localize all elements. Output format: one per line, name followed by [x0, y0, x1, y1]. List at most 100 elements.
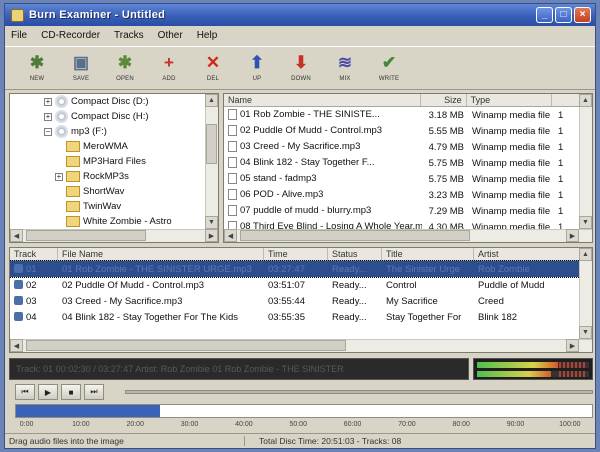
folder-icon [66, 141, 80, 152]
tree-vertical-scrollbar[interactable]: ▲ ▼ [205, 94, 218, 229]
window-title: Burn Examiner - Untitled [29, 9, 166, 21]
toolbar: ✱ NEW ▣ SAVE ✱ OPEN + ADD ✕ DEL ⬆ UP ⬇ DOWN ≋ MI… [5, 46, 595, 90]
scroll-right-icon[interactable]: ▶ [566, 339, 579, 352]
down-button[interactable]: ⬇ DOWN [281, 47, 321, 89]
scroll-thumb[interactable] [26, 230, 146, 241]
column-type[interactable]: Type [467, 94, 553, 106]
folder-tree[interactable]: + Compact Disc (D:) + Compact Disc (H:) − m… [9, 93, 219, 243]
next-icon: ⏭ [90, 387, 98, 396]
column-name[interactable]: Name [224, 94, 421, 106]
file-icon [228, 109, 237, 121]
column-title[interactable]: Title [382, 248, 474, 260]
file-icon [228, 157, 237, 169]
scroll-thumb[interactable] [26, 340, 346, 351]
tracks-vertical-scrollbar[interactable]: ▲ ▼ [579, 248, 592, 339]
status-bar: Drag audio files into the image Total Di… [5, 433, 595, 448]
add-icon: + [164, 52, 174, 72]
minimize-button[interactable]: _ [536, 7, 553, 23]
tree-item[interactable]: + Compact Disc (H:) [10, 109, 218, 124]
tree-item[interactable]: ShortWav [10, 184, 218, 199]
seek-slider[interactable] [125, 390, 593, 394]
mix-icon: ≋ [337, 52, 353, 72]
menu-tracks[interactable]: Tracks [114, 30, 144, 41]
scroll-up-icon[interactable]: ▲ [205, 94, 218, 107]
transport-controls: ⏮ ▶ ■ ⏭ [15, 384, 104, 400]
tree-item[interactable]: + RockMP3s [10, 169, 218, 184]
menu-cd-recorder[interactable]: CD-Recorder [41, 30, 100, 41]
column-track[interactable]: Track [10, 248, 58, 260]
scroll-right-icon[interactable]: ▶ [566, 229, 579, 242]
play-button[interactable]: ▶ [38, 384, 58, 400]
track-row[interactable]: 03 03 Creed - My Sacrifice.mp3 03:55:44 Rea… [10, 293, 592, 309]
menu-other[interactable]: Other [158, 30, 183, 41]
tree-item[interactable]: White Zombie - Astro [10, 214, 218, 229]
collapse-icon[interactable]: − [44, 127, 52, 136]
track-row[interactable]: 04 04 Blink 182 - Stay Together For The K… [10, 309, 592, 325]
scroll-down-icon[interactable]: ▼ [579, 326, 592, 339]
file-row[interactable]: 02 Puddle Of Mudd - Control.mp3 5.55 MB Wi… [224, 123, 592, 139]
next-button[interactable]: ⏭ [84, 384, 104, 400]
scroll-up-icon[interactable]: ▲ [579, 248, 592, 261]
scroll-left-icon[interactable]: ◀ [224, 229, 237, 242]
close-button[interactable]: × [574, 7, 591, 23]
tree-item[interactable]: TwinWav [10, 199, 218, 214]
title-bar[interactable]: Burn Examiner - Untitled _ □ × [5, 4, 595, 26]
column-file-name[interactable]: File Name [58, 248, 264, 260]
file-row[interactable]: 06 POD - Alive.mp3 3.23 MB Winamp media fi… [224, 187, 592, 203]
add-button[interactable]: + ADD [149, 47, 189, 89]
track-row[interactable]: 02 02 Puddle Of Mudd - Control.mp3 03:51:0… [10, 277, 592, 293]
ruler-tick-label: 30:00 [180, 421, 199, 428]
expand-icon[interactable]: + [55, 172, 63, 181]
mix-button[interactable]: ≋ MIX [325, 47, 365, 89]
column-status[interactable]: Status [328, 248, 382, 260]
tree-horizontal-scrollbar[interactable]: ◀ ▶ [10, 229, 218, 242]
file-row[interactable]: 04 Blink 182 - Stay Together F... 5.75 MB… [224, 155, 592, 171]
scroll-thumb[interactable] [206, 124, 217, 164]
column-time[interactable]: Time [264, 248, 328, 260]
scroll-left-icon[interactable]: ◀ [10, 229, 23, 242]
audio-track-icon [14, 264, 23, 274]
prev-button[interactable]: ⏮ [15, 384, 35, 400]
file-row[interactable]: 05 stand - fadmp3 5.75 MB Winamp media fil… [224, 171, 592, 187]
up-button[interactable]: ⬆ UP [237, 47, 277, 89]
ruler-tick-label: 90:00 [506, 421, 525, 428]
file-row[interactable]: 01 Rob Zombie - THE SINISTE... 3.18 MB Win… [224, 107, 592, 123]
write-button[interactable]: ✔ WRITE [369, 47, 409, 89]
scroll-thumb[interactable] [240, 230, 470, 241]
menu-file[interactable]: File [11, 30, 27, 41]
open-button[interactable]: ✱ OPEN [105, 47, 145, 89]
scroll-down-icon[interactable]: ▼ [205, 216, 218, 229]
up-arrow-icon: ⬆ [249, 52, 265, 72]
scroll-up-icon[interactable]: ▲ [579, 94, 592, 107]
expand-icon[interactable]: + [44, 112, 52, 121]
column-size[interactable]: Size [421, 94, 467, 106]
file-row[interactable]: 07 puddle of mudd - blurry.mp3 7.29 MB Win… [224, 203, 592, 219]
stop-button[interactable]: ■ [61, 384, 81, 400]
save-button[interactable]: ▣ SAVE [61, 47, 101, 89]
tracks-horizontal-scrollbar[interactable]: ◀ ▶ [10, 339, 592, 352]
maximize-button[interactable]: □ [555, 7, 572, 23]
tree-item[interactable]: MP3Hard Files [10, 154, 218, 169]
tree-item[interactable]: + Compact Disc (D:) [10, 94, 218, 109]
file-row[interactable]: 03 Creed - My Sacrifice.mp3 4.79 MB Winamp… [224, 139, 592, 155]
file-icon [228, 189, 237, 201]
file-icon [228, 141, 237, 153]
menu-help[interactable]: Help [197, 30, 218, 41]
expand-icon[interactable]: + [44, 97, 52, 106]
files-vertical-scrollbar[interactable]: ▲ ▼ [579, 94, 592, 229]
cd-drive-icon [55, 95, 68, 108]
files-horizontal-scrollbar[interactable]: ◀ ▶ [224, 229, 592, 242]
file-list[interactable]: Name Size Type 01 Rob Zombie - THE SINIS… [223, 93, 593, 243]
track-list[interactable]: Track File Name Time Status Title Artist… [9, 247, 593, 353]
column-artist[interactable]: Artist [474, 248, 580, 260]
tree-item[interactable]: MeroWMA [10, 139, 218, 154]
scroll-right-icon[interactable]: ▶ [205, 229, 218, 242]
tree-item[interactable]: − mp3 (F:) [10, 124, 218, 139]
prev-icon: ⏮ [21, 387, 29, 396]
delete-button[interactable]: ✕ DEL [193, 47, 233, 89]
new-button[interactable]: ✱ NEW [17, 47, 57, 89]
scroll-down-icon[interactable]: ▼ [579, 216, 592, 229]
scroll-left-icon[interactable]: ◀ [10, 339, 23, 352]
track-row-selected[interactable]: 01 01 Rob Zombie - THE SINISTER URGE.mp3 0… [10, 260, 592, 278]
file-icon [228, 125, 237, 137]
